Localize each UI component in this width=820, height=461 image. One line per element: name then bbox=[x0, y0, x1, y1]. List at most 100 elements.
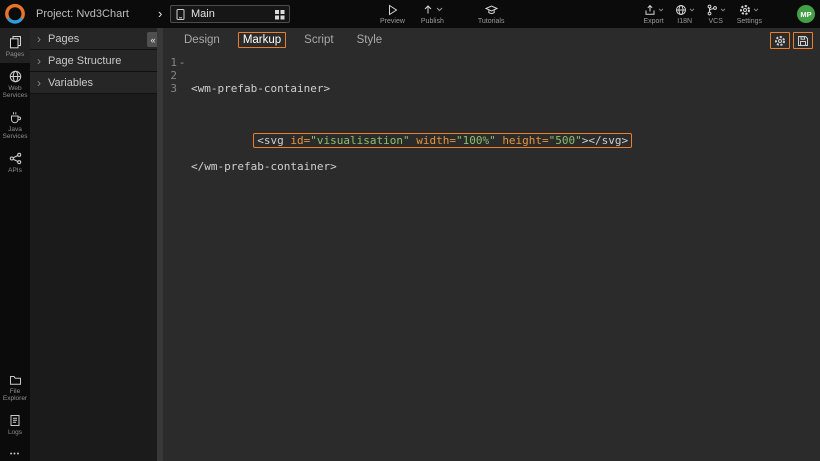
rail-item-java-services[interactable]: Java Services bbox=[0, 104, 30, 145]
vcs-label: VCS bbox=[709, 18, 723, 25]
rail-item-apis[interactable]: APIs bbox=[0, 145, 30, 179]
tutorials-button[interactable]: Tutorials bbox=[478, 3, 505, 25]
chevron-down-icon bbox=[720, 8, 726, 12]
code-token: "visualisation" bbox=[310, 134, 416, 147]
gutter-line: 2 bbox=[163, 69, 187, 82]
editor-tab-bar: Design Markup Script Style bbox=[163, 28, 820, 52]
publish-button[interactable]: Publish bbox=[421, 3, 444, 25]
page-selector-value: Main bbox=[191, 8, 215, 20]
page-selector-dropdown[interactable]: Main bbox=[170, 5, 290, 23]
rail-label-java-services: Java Services bbox=[1, 126, 29, 140]
chevron-down-icon bbox=[689, 8, 695, 12]
line-number: 1 bbox=[163, 56, 177, 69]
page-icon bbox=[175, 8, 186, 21]
wavemaker-logo-icon[interactable] bbox=[4, 3, 26, 25]
breadcrumb-chevron-icon: › bbox=[158, 0, 162, 28]
left-icon-rail: Pages Web Services Java Services APIs Fi… bbox=[0, 28, 30, 461]
user-avatar[interactable]: MP bbox=[797, 5, 815, 23]
i18n-label: I18N bbox=[677, 18, 692, 25]
settings-button[interactable]: Settings bbox=[737, 3, 762, 25]
line-number: 2 bbox=[163, 69, 177, 82]
rail-item-logs[interactable]: Logs bbox=[0, 407, 30, 441]
i18n-button[interactable]: I18N bbox=[675, 3, 695, 25]
line-number: 3 bbox=[163, 82, 177, 95]
code-text: </wm-prefab-container> bbox=[191, 160, 337, 173]
code-line-1: <wm-prefab-container> bbox=[191, 82, 632, 95]
rail-label-file-explorer: File Explorer bbox=[1, 388, 29, 402]
rail-item-file-explorer[interactable]: File Explorer bbox=[0, 367, 30, 407]
code-token: ></svg> bbox=[582, 134, 628, 147]
code-text: <wm-prefab-container> bbox=[191, 82, 330, 95]
editor-settings-button[interactable] bbox=[770, 32, 790, 49]
chevron-right-icon: › bbox=[37, 72, 41, 94]
globe-icon bbox=[675, 4, 687, 16]
chevron-right-icon: › bbox=[37, 28, 41, 50]
rail-item-pages[interactable]: Pages bbox=[0, 28, 30, 63]
web-services-icon bbox=[9, 70, 22, 83]
gear-icon bbox=[739, 4, 751, 16]
tab-design[interactable]: Design bbox=[179, 32, 225, 48]
panel-splitter[interactable] bbox=[157, 28, 163, 461]
rail-label-logs: Logs bbox=[8, 429, 22, 436]
play-icon bbox=[387, 4, 398, 16]
chevron-right-icon: › bbox=[37, 50, 41, 72]
tab-style[interactable]: Style bbox=[352, 32, 388, 48]
export-label: Export bbox=[643, 18, 663, 25]
pages-grid-button[interactable] bbox=[274, 9, 285, 20]
preview-label: Preview bbox=[380, 18, 405, 25]
topbar-right-actions: Export I18N VCS bbox=[643, 3, 762, 25]
top-bar: Project: Nvd3Chart › Main Preview bbox=[0, 0, 820, 28]
line-number-gutter: 1 - 2 3 bbox=[163, 56, 187, 95]
fold-marker-icon bbox=[177, 69, 187, 82]
panel-section-variables[interactable]: › Variables bbox=[30, 72, 157, 94]
rail-label-web-services: Web Services bbox=[1, 85, 29, 99]
vcs-button[interactable]: VCS bbox=[706, 3, 726, 25]
panel-label-variables: Variables bbox=[48, 77, 93, 89]
rail-more-button[interactable]: ••• bbox=[0, 451, 30, 458]
java-services-icon bbox=[9, 111, 22, 124]
markup-code-editor[interactable]: 1 - 2 3 <wm-prefab-container> <svg id="v… bbox=[163, 54, 820, 461]
graduation-cap-icon bbox=[485, 4, 498, 16]
export-button[interactable]: Export bbox=[643, 3, 663, 25]
chevron-down-icon bbox=[753, 8, 759, 12]
panel-label-pages: Pages bbox=[48, 33, 79, 45]
settings-label: Settings bbox=[737, 18, 762, 25]
export-icon bbox=[644, 4, 656, 16]
tab-script[interactable]: Script bbox=[299, 32, 338, 48]
code-content: <wm-prefab-container> <svg id="visualisa… bbox=[191, 56, 632, 199]
panel-section-pages[interactable]: › Pages « bbox=[30, 28, 157, 50]
rail-label-apis: APIs bbox=[8, 167, 22, 174]
pages-icon bbox=[9, 35, 22, 49]
code-line-3: </wm-prefab-container> bbox=[191, 160, 632, 173]
fold-marker-icon bbox=[177, 82, 187, 95]
chevron-down-icon bbox=[658, 8, 664, 12]
code-token: <svg bbox=[257, 134, 290, 147]
navigation-panel: › Pages « › Page Structure › Variables bbox=[30, 28, 157, 461]
file-explorer-icon bbox=[9, 374, 22, 386]
annotation-highlight-box: <svg id="visualisation" width="100%" hei… bbox=[253, 133, 632, 148]
topbar-center-actions: Preview Publish Tutorials bbox=[380, 3, 504, 25]
gutter-line: 1 - bbox=[163, 56, 187, 69]
project-name-label: Project: Nvd3Chart bbox=[36, 0, 129, 28]
code-token: "500" bbox=[549, 134, 582, 147]
code-token: width= bbox=[416, 134, 456, 147]
save-button[interactable] bbox=[793, 32, 813, 49]
code-line-2: <svg id="visualisation" width="100%" hei… bbox=[191, 121, 632, 134]
panel-label-page-structure: Page Structure bbox=[48, 55, 121, 67]
apis-icon bbox=[9, 152, 22, 165]
save-icon bbox=[797, 35, 809, 47]
logs-icon bbox=[9, 414, 21, 427]
editor-workspace: Design Markup Script Style 1 - 2 bbox=[163, 28, 820, 461]
fold-marker-icon[interactable]: - bbox=[177, 56, 187, 69]
gutter-line: 3 bbox=[163, 82, 187, 95]
code-token: "100%" bbox=[456, 134, 502, 147]
gear-icon bbox=[774, 35, 786, 47]
panel-section-page-structure[interactable]: › Page Structure bbox=[30, 50, 157, 72]
rail-item-web-services[interactable]: Web Services bbox=[0, 63, 30, 104]
preview-button[interactable]: Preview bbox=[380, 3, 405, 25]
branch-icon bbox=[706, 4, 718, 16]
wavemaker-studio-window: Project: Nvd3Chart › Main Preview bbox=[0, 0, 820, 461]
publish-label: Publish bbox=[421, 18, 444, 25]
tab-markup[interactable]: Markup bbox=[238, 32, 286, 48]
rail-bottom-group: File Explorer Logs bbox=[0, 367, 30, 441]
